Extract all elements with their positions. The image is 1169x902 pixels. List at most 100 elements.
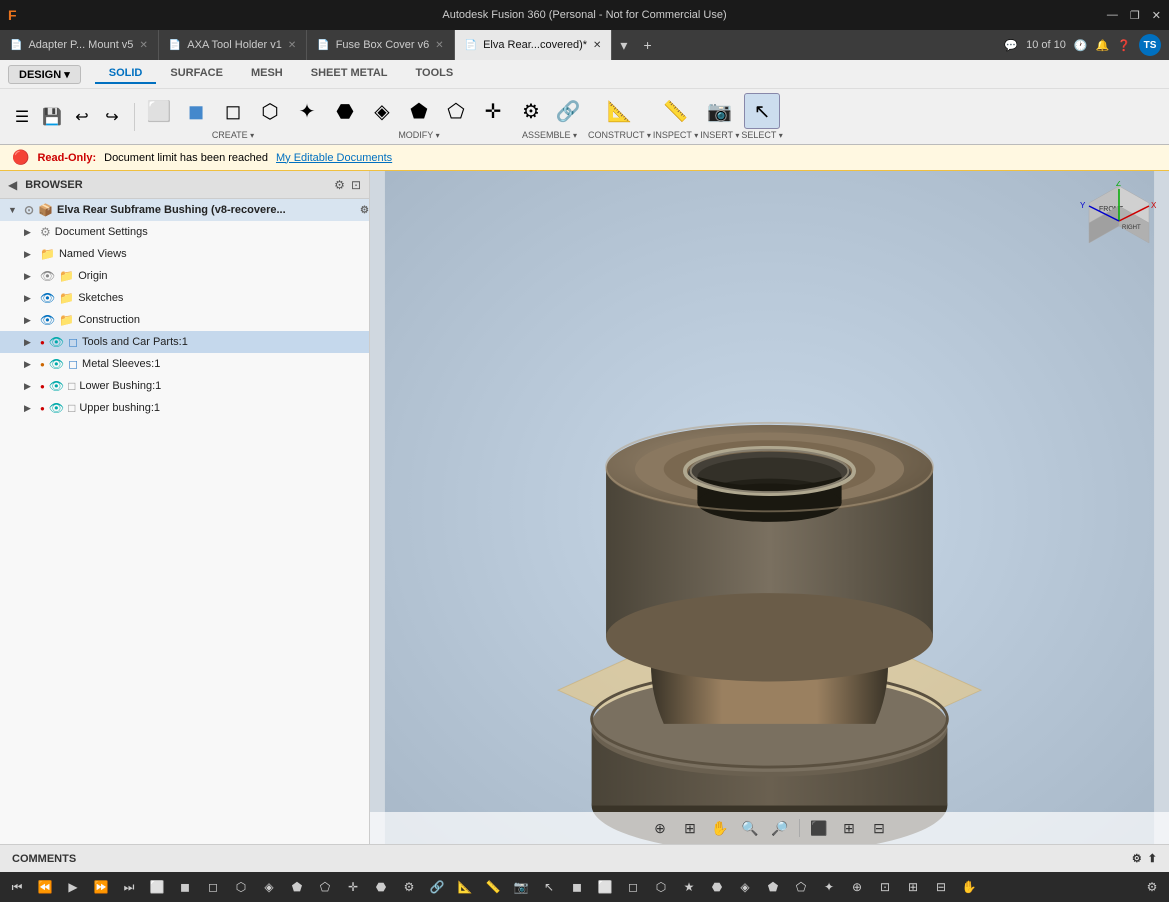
close-tab-icon[interactable]: ✕	[593, 40, 601, 51]
grid-button[interactable]: ⊞	[836, 815, 862, 841]
new-tab-button[interactable]: +	[635, 30, 659, 60]
tool-icon-10[interactable]: ⚙	[396, 874, 422, 900]
create-revolve-btn[interactable]: ◻	[215, 93, 251, 129]
create-more-btn[interactable]: ✦	[289, 93, 325, 129]
tab-adapter[interactable]: 📄 Adapter P... Mount v5 ✕	[0, 30, 159, 60]
tool-icon-30[interactable]: ✋	[956, 874, 982, 900]
browser-settings-icon[interactable]: ⚙	[334, 178, 345, 192]
eye-blue-icon[interactable]: 👁	[40, 291, 55, 305]
notification-icon[interactable]: 🔔	[1096, 39, 1110, 52]
tab-fuse[interactable]: 📄 Fuse Box Cover v6 ✕	[307, 30, 454, 60]
settings-icon[interactable]: ⚙	[1139, 874, 1165, 900]
fit-view-button[interactable]: ⊕	[647, 815, 673, 841]
item-options-icon[interactable]: ⚙	[360, 205, 369, 216]
mode-tab-surface[interactable]: SURFACE	[156, 64, 237, 84]
tool-icon-18[interactable]: ◻	[620, 874, 646, 900]
browser-item-sketches[interactable]: ▶ 👁 📁 Sketches	[0, 287, 369, 309]
tool-icon-21[interactable]: ⬣	[704, 874, 730, 900]
tool-icon-3[interactable]: ◻	[200, 874, 226, 900]
browser-item-metal-sleeves[interactable]: ▶ ● 👁 ◻ Metal Sleeves:1	[0, 353, 369, 375]
tool-icon-13[interactable]: 📏	[480, 874, 506, 900]
browser-item-document-settings[interactable]: ▶ ⚙ Document Settings	[0, 221, 369, 243]
save-button[interactable]: 💾	[38, 103, 66, 131]
tool-icon-23[interactable]: ⬟	[760, 874, 786, 900]
select-group-label[interactable]: SELECT ▾	[741, 130, 782, 140]
inspect-group-label[interactable]: INSPECT ▾	[653, 130, 698, 140]
create-group-label[interactable]: CREATE ▾	[212, 130, 254, 140]
tool-icon-9[interactable]: ⬣	[368, 874, 394, 900]
browser-item-lower-bushing[interactable]: ▶ ● 👁 □ Lower Bushing:1	[0, 375, 369, 397]
tool-icon-27[interactable]: ⊡	[872, 874, 898, 900]
tool-icon-19[interactable]: ⬡	[648, 874, 674, 900]
orbit-button[interactable]: ✋	[707, 815, 733, 841]
create-sweep-btn[interactable]: ⬡	[252, 93, 288, 129]
undo-button[interactable]: ↩	[68, 103, 96, 131]
browser-item-named-views[interactable]: ▶ 📁 Named Views	[0, 243, 369, 265]
close-tab-icon[interactable]: ✕	[139, 40, 147, 51]
display-settings-button[interactable]: ⬛	[806, 815, 832, 841]
modify-press-pull-btn[interactable]: ⬣	[327, 93, 363, 129]
zoom-window-button[interactable]: 🔎	[767, 815, 793, 841]
tool-icon-6[interactable]: ⬟	[284, 874, 310, 900]
collapse-icon[interactable]: ◀	[8, 178, 17, 192]
assemble-more-btn[interactable]: 🔗	[550, 93, 586, 129]
modify-chamfer-btn[interactable]: ⬟	[401, 93, 437, 129]
expand-icon[interactable]: ▶	[24, 227, 36, 238]
zoom-button[interactable]: 🔍	[737, 815, 763, 841]
eye-teal-icon[interactable]: 👁	[49, 401, 64, 415]
close-tab-icon[interactable]: ✕	[435, 40, 443, 51]
close-tab-icon[interactable]: ✕	[288, 40, 296, 51]
tool-icon-16[interactable]: ◼	[564, 874, 590, 900]
select-btn[interactable]: ↖	[744, 93, 780, 129]
eye-blue-icon[interactable]: 👁	[40, 313, 55, 327]
tool-icon-8[interactable]: ✛	[340, 874, 366, 900]
tool-icon-29[interactable]: ⊟	[928, 874, 954, 900]
eye-teal-icon[interactable]: 👁	[49, 357, 64, 371]
assemble-group-label[interactable]: ASSEMBLE ▾	[522, 130, 577, 140]
expand-icon[interactable]: ▶	[24, 403, 36, 414]
nav-next-button[interactable]: ⏩	[88, 874, 114, 900]
tool-icon-22[interactable]: ◈	[732, 874, 758, 900]
expand-icon[interactable]: ▶	[24, 337, 36, 348]
eye-hidden-icon[interactable]: ⊙	[24, 203, 34, 217]
comments-settings-icon[interactable]: ⚙	[1132, 852, 1142, 865]
tool-icon-5[interactable]: ◈	[256, 874, 282, 900]
nav-prev-button[interactable]: ⏪	[32, 874, 58, 900]
editable-docs-link[interactable]: My Editable Documents	[276, 152, 392, 164]
construct-plane-btn[interactable]: 📐	[601, 93, 637, 129]
assemble-joint-btn[interactable]: ⚙	[513, 93, 549, 129]
insert-btn[interactable]: 📷	[702, 93, 738, 129]
tool-icon-24[interactable]: ⬠	[788, 874, 814, 900]
maximize-button[interactable]: ❐	[1130, 9, 1140, 22]
tab-dropdown-button[interactable]: ▾	[612, 30, 635, 60]
tab-axa[interactable]: 📄 AXA Tool Holder v1 ✕	[159, 30, 307, 60]
modify-group-label[interactable]: MODIFY ▾	[398, 130, 439, 140]
nav-last-button[interactable]: ⏭	[116, 874, 142, 900]
expand-icon[interactable]: ▶	[24, 249, 36, 260]
view-options-button[interactable]: ⊟	[866, 815, 892, 841]
pan-button[interactable]: ⊞	[677, 815, 703, 841]
browser-item-origin[interactable]: ▶ 👁 📁 Origin	[0, 265, 369, 287]
mode-tab-tools[interactable]: TOOLS	[402, 64, 468, 84]
comment-icon[interactable]: 💬	[1004, 39, 1018, 52]
eye-teal-icon[interactable]: 👁	[49, 335, 64, 349]
browser-item-upper-bushing[interactable]: ▶ ● 👁 □ Upper bushing:1	[0, 397, 369, 419]
expand-icon[interactable]: ▶	[24, 271, 36, 282]
browser-item-construction[interactable]: ▶ 👁 📁 Construction	[0, 309, 369, 331]
modify-shell-btn[interactable]: ⬠	[438, 93, 474, 129]
close-button[interactable]: ✕	[1152, 9, 1161, 22]
nav-first-button[interactable]: ⏮	[4, 874, 30, 900]
mode-tab-solid[interactable]: SOLID	[95, 64, 157, 84]
eye-gray-icon[interactable]: 👁	[40, 269, 55, 283]
create-new-body-btn[interactable]: ⬜	[141, 93, 177, 129]
app-menu-button[interactable]: ☰	[8, 103, 36, 131]
browser-expand-icon[interactable]: ⊡	[351, 178, 361, 192]
mode-tab-sheetmetal[interactable]: SHEET METAL	[297, 64, 402, 84]
redo-button[interactable]: ↪	[98, 103, 126, 131]
browser-root-item[interactable]: ▼ ⊙ 📦 Elva Rear Subframe Bushing (v8-rec…	[0, 199, 369, 221]
design-button[interactable]: DESIGN ▾	[8, 65, 81, 84]
expand-icon[interactable]: ▶	[24, 381, 36, 392]
tab-elva[interactable]: 📄 Elva Rear...covered)* ✕	[455, 30, 613, 60]
collapse-arrow-icon[interactable]: ▼	[8, 205, 20, 215]
eye-teal-icon[interactable]: 👁	[49, 379, 64, 393]
